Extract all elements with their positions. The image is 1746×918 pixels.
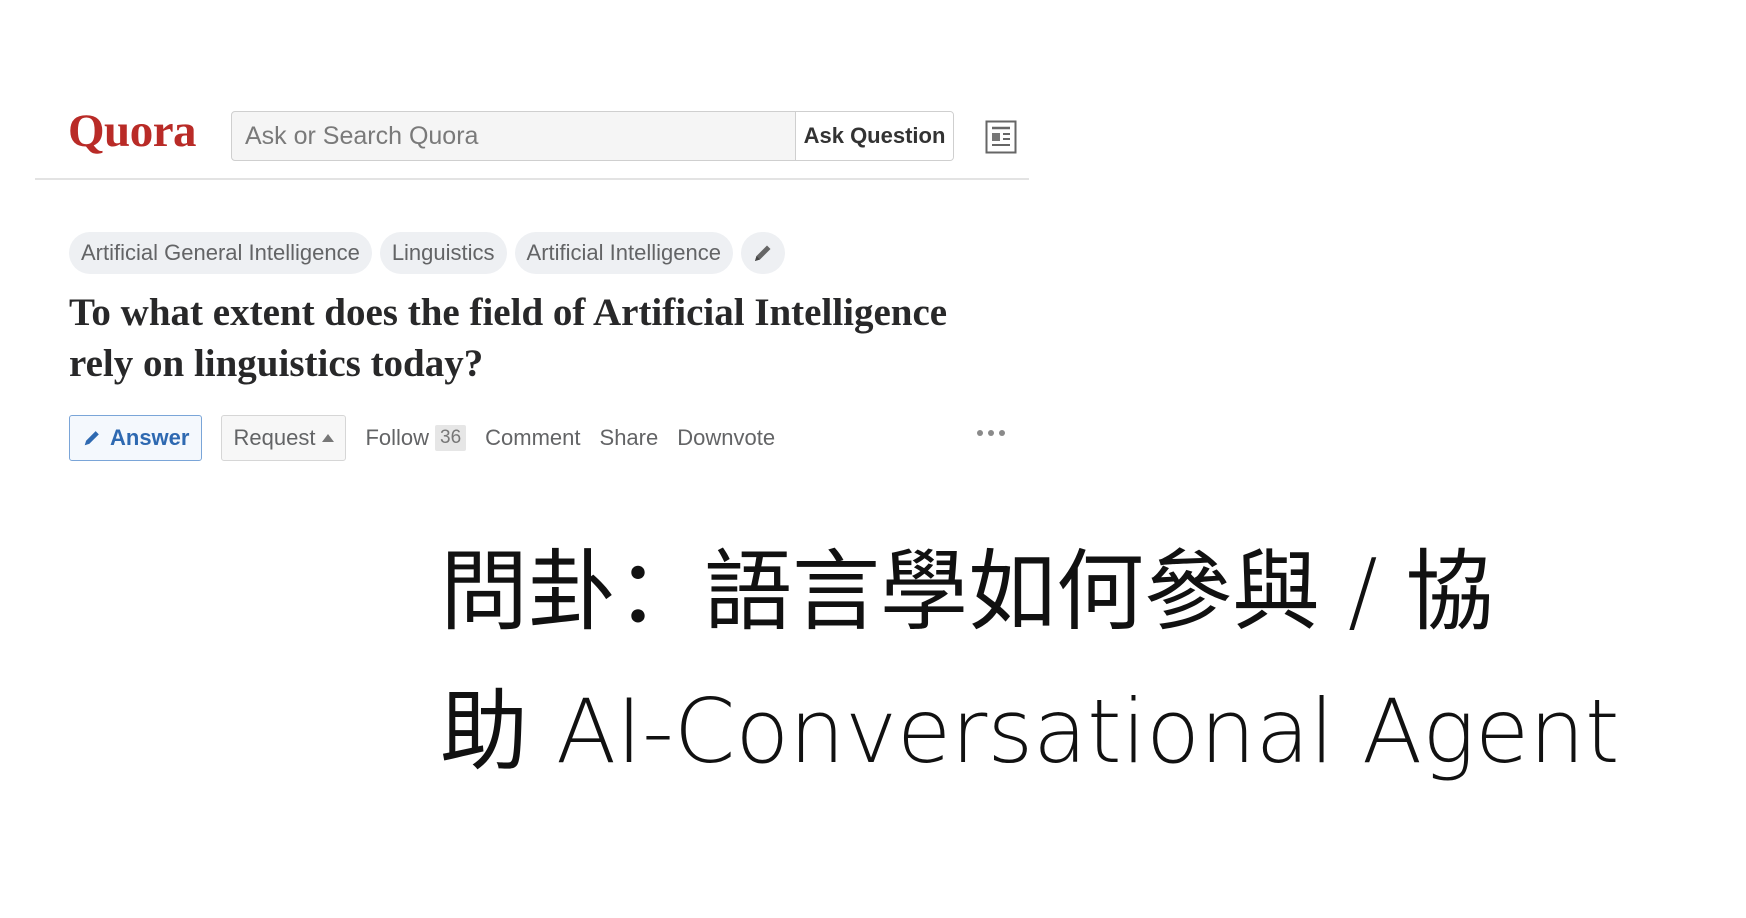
header-divider (35, 178, 1029, 180)
follow-label: Follow (365, 425, 430, 450)
question-title[interactable]: To what extent does the field of Artific… (69, 287, 949, 389)
pencil-icon (84, 431, 99, 446)
answer-button[interactable]: Answer (69, 415, 203, 461)
pencil-icon (754, 245, 771, 261)
question-actions: Answer Request Follow 36 Comment Share D… (69, 414, 1009, 462)
search-bar: Ask Question (231, 111, 954, 161)
quora-logo[interactable]: Quora (68, 108, 197, 155)
request-button[interactable]: Request (221, 415, 347, 461)
share-button[interactable]: Share (600, 425, 659, 451)
caret-up-icon (322, 434, 335, 442)
caption-line: 助 AI-Conversational Agent (440, 680, 1620, 783)
topic-tag[interactable]: Artificial General Intelligence (69, 232, 372, 274)
answer-label: Answer (110, 425, 190, 450)
follow-button[interactable]: Follow 36 (365, 425, 467, 451)
ellipsis-icon (988, 430, 994, 436)
ask-question-button[interactable]: Ask Question (795, 112, 953, 160)
topic-tag[interactable]: Artificial Intelligence (514, 232, 733, 274)
search-input[interactable] (232, 112, 795, 160)
comment-button[interactable]: Comment (485, 425, 580, 451)
ellipsis-icon (999, 430, 1005, 436)
downvote-button[interactable]: Downvote (677, 425, 775, 451)
edit-topics-button[interactable] (740, 232, 785, 274)
topic-tag[interactable]: Linguistics (379, 232, 507, 274)
caption-line: 問卦：語言學如何參與 / 協 (440, 540, 1494, 643)
ellipsis-icon (977, 430, 983, 436)
more-options-button[interactable] (975, 424, 1007, 442)
slide-caption: 問卦：語言學如何參與 / 協 助 AI-Conversational Agent (440, 522, 1690, 802)
follow-count: 36 (435, 425, 467, 451)
newspaper-icon[interactable] (985, 120, 1017, 154)
request-label: Request (233, 425, 316, 450)
topic-list: Artificial General Intelligence Linguist… (69, 232, 785, 274)
